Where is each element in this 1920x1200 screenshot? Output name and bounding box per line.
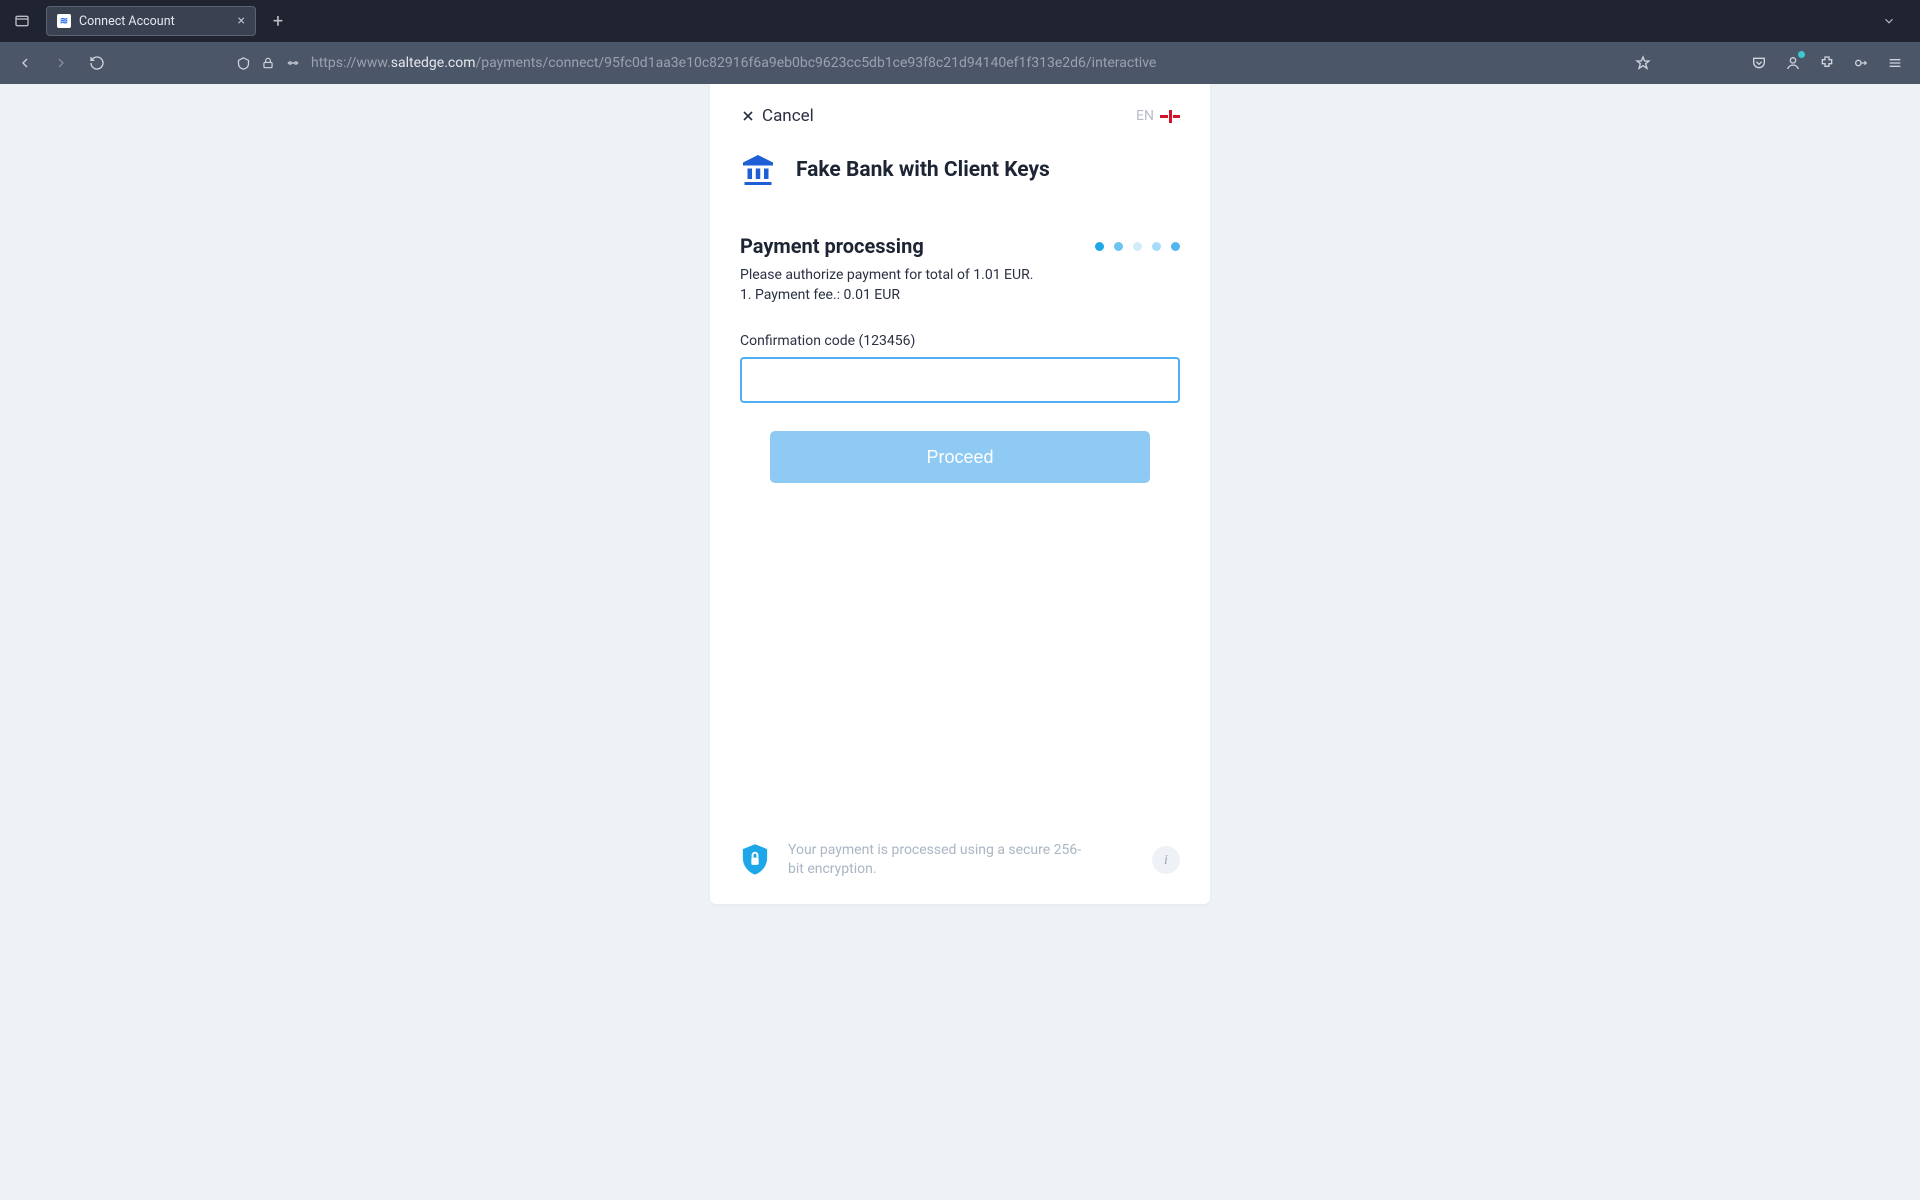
progress-dot xyxy=(1171,242,1180,251)
payment-description: Please authorize payment for total of 1.… xyxy=(740,266,1180,305)
account-button[interactable] xyxy=(1778,48,1808,78)
toolbar-right xyxy=(1744,48,1910,78)
proceed-button[interactable]: Proceed xyxy=(770,431,1150,483)
nav-reload-button[interactable] xyxy=(82,48,112,78)
url-field[interactable]: https://www.saltedge.com/payments/connec… xyxy=(228,47,1622,79)
progress-dots xyxy=(1095,242,1180,251)
tab-title: Connect Account xyxy=(79,14,230,29)
pocket-button[interactable] xyxy=(1744,48,1774,78)
language-selector[interactable]: EN xyxy=(1136,108,1180,124)
browser-chrome: ≋ Connect Account × + xyxy=(0,0,1920,84)
url-text: https://www.saltedge.com/payments/connec… xyxy=(311,55,1156,71)
close-icon xyxy=(740,108,756,124)
extensions-button[interactable] xyxy=(1812,48,1842,78)
bookmark-button[interactable] xyxy=(1628,48,1658,78)
card-header: Cancel EN xyxy=(740,106,1180,126)
page-viewport: Cancel EN Fake Bank with Client Keys Pay… xyxy=(0,84,1920,1200)
tab-close-button[interactable]: × xyxy=(238,14,245,28)
lock-icon[interactable] xyxy=(261,56,275,70)
section-header: Payment processing xyxy=(740,234,1180,258)
tracking-protection-icon[interactable] xyxy=(236,56,251,71)
confirmation-code-input[interactable] xyxy=(740,357,1180,403)
progress-dot xyxy=(1133,242,1142,251)
security-footer-text: Your payment is processed using a secure… xyxy=(788,841,1088,880)
password-button[interactable] xyxy=(1846,48,1876,78)
tabs-overflow-button[interactable] xyxy=(1882,14,1914,28)
progress-dot xyxy=(1152,242,1161,251)
tab-strip: ≋ Connect Account × + xyxy=(0,0,1920,42)
security-footer: Your payment is processed using a secure… xyxy=(740,841,1180,880)
cancel-button[interactable]: Cancel xyxy=(740,106,814,126)
cancel-label: Cancel xyxy=(762,106,814,126)
nav-back-button[interactable] xyxy=(10,48,40,78)
section-title: Payment processing xyxy=(740,234,924,258)
progress-dot xyxy=(1114,242,1123,251)
language-code: EN xyxy=(1136,108,1154,124)
connect-card: Cancel EN Fake Bank with Client Keys Pay… xyxy=(710,84,1210,904)
bank-name: Fake Bank with Client Keys xyxy=(796,158,1050,182)
sidebar-toggle-icon[interactable] xyxy=(6,5,38,37)
address-bar: https://www.saltedge.com/payments/connec… xyxy=(0,42,1920,84)
payment-line-1: Please authorize payment for total of 1.… xyxy=(740,266,1180,286)
flag-uk-icon xyxy=(1160,110,1180,123)
progress-dot xyxy=(1095,242,1104,251)
bank-row: Fake Bank with Client Keys xyxy=(740,152,1180,188)
new-tab-button[interactable]: + xyxy=(264,11,292,32)
browser-tab[interactable]: ≋ Connect Account × xyxy=(46,6,256,36)
shield-lock-icon xyxy=(740,843,770,877)
permissions-icon[interactable] xyxy=(285,56,301,70)
tab-favicon-icon: ≋ xyxy=(57,14,71,28)
confirmation-code-label: Confirmation code (123456) xyxy=(740,333,1180,349)
bank-icon xyxy=(740,152,776,188)
info-button[interactable]: i xyxy=(1152,846,1180,874)
nav-forward-button[interactable] xyxy=(46,48,76,78)
payment-line-2: 1. Payment fee.: 0.01 EUR xyxy=(740,286,1180,306)
app-menu-button[interactable] xyxy=(1880,48,1910,78)
